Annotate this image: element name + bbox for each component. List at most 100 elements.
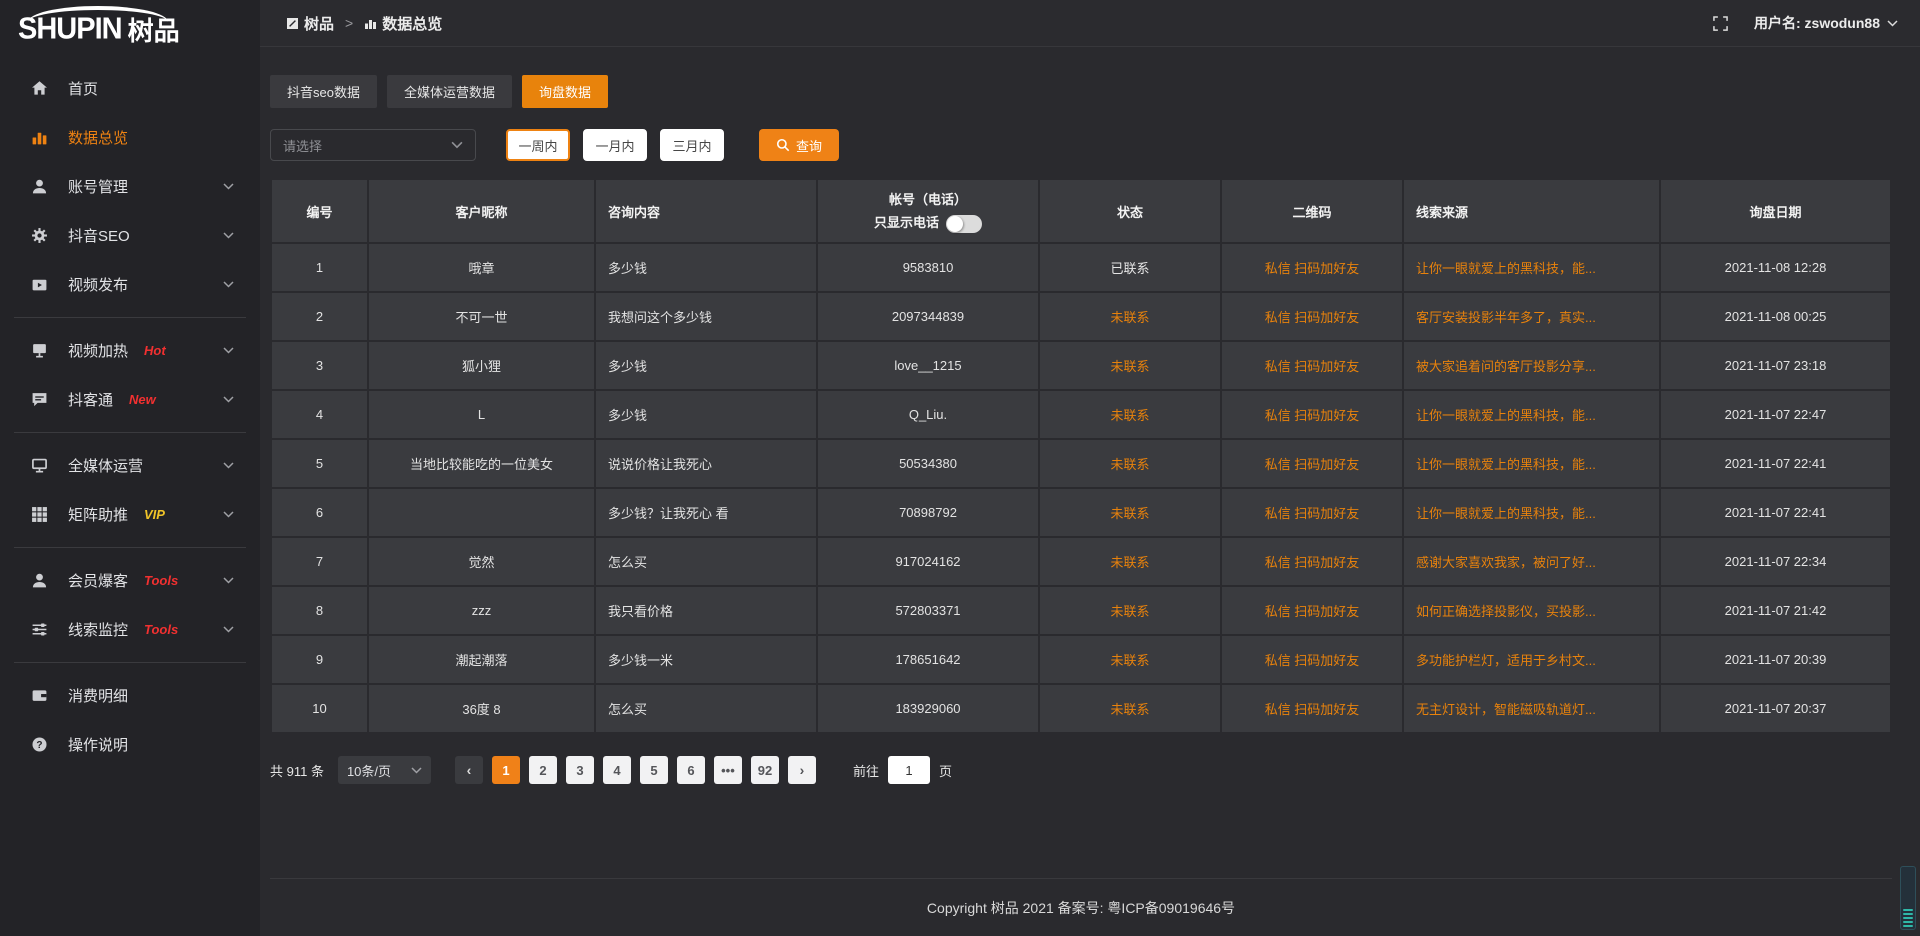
- table-row: 1 哦章 多少钱 9583810 已联系 私信 扫码加好友 让你一眼就爱上的黑科…: [272, 244, 1890, 291]
- sidebar-menu: 首页 数据总览 账号管理 抖音SEO 视频发布: [0, 58, 260, 769]
- sidebar-item-label: 抖客通: [68, 389, 113, 410]
- page-size-select[interactable]: 10条/页: [338, 756, 431, 784]
- cell-content: 多少钱: [596, 342, 816, 389]
- username-value[interactable]: zswodun88: [1805, 15, 1880, 31]
- sidebar-item-data-overview[interactable]: 数据总览: [0, 113, 260, 162]
- cell-source-link[interactable]: 让你一眼就爱上的黑科技，能...: [1404, 489, 1659, 536]
- cell-id: 4: [272, 391, 367, 438]
- sidebar-item-home[interactable]: 首页: [0, 64, 260, 113]
- chevron-down-icon: [411, 767, 422, 774]
- cell-nickname: 不可一世: [369, 293, 594, 340]
- cell-nickname: 36度 8: [369, 685, 594, 732]
- page-button[interactable]: •••: [714, 756, 742, 784]
- cell-date: 2021-11-07 20:37: [1661, 685, 1890, 732]
- cell-status: 未联系: [1040, 685, 1220, 732]
- page-button[interactable]: 92: [751, 756, 779, 784]
- page-button[interactable]: 4: [603, 756, 631, 784]
- chevron-down-icon: [223, 183, 234, 190]
- cell-id: 3: [272, 342, 367, 389]
- next-page-button[interactable]: ›: [788, 756, 816, 784]
- chevron-down-icon: [223, 626, 234, 633]
- cell-qrcode-links[interactable]: 私信 扫码加好友: [1222, 685, 1402, 732]
- table-body: 1 哦章 多少钱 9583810 已联系 私信 扫码加好友 让你一眼就爱上的黑科…: [272, 244, 1890, 732]
- sidebar-item-spend-detail[interactable]: 消费明细: [0, 671, 260, 720]
- page-button[interactable]: 6: [677, 756, 705, 784]
- sidebar-item-account-mgmt[interactable]: 账号管理: [0, 162, 260, 211]
- table-row: 8 zzz 我只看价格 572803371 未联系 私信 扫码加好友 如何正确选…: [272, 587, 1890, 634]
- chevron-down-icon: [223, 462, 234, 469]
- search-button[interactable]: 查询: [759, 129, 839, 161]
- chevron-down-icon: [223, 396, 234, 403]
- logo-brand-en: SHUPIN: [18, 12, 122, 47]
- period-button[interactable]: 一周内: [506, 129, 570, 161]
- col-status: 状态: [1040, 180, 1220, 242]
- chevron-down-icon[interactable]: [1887, 20, 1898, 27]
- cell-source-link[interactable]: 如何正确选择投影仪，买投影...: [1404, 587, 1659, 634]
- prev-page-button[interactable]: ‹: [455, 756, 483, 784]
- cell-source-link[interactable]: 让你一眼就爱上的黑科技，能...: [1404, 440, 1659, 487]
- content: 抖音seo数据 全媒体运营数据 询盘数据 请选择 一周内 一月内 三月内: [260, 47, 1920, 936]
- page-jump-input[interactable]: [888, 756, 930, 784]
- cell-source-link[interactable]: 感谢大家喜欢我家，被问了好...: [1404, 538, 1659, 585]
- toggle-knob: [947, 216, 963, 232]
- svg-text:?: ?: [36, 740, 42, 751]
- cell-content: 我只看价格: [596, 587, 816, 634]
- tab-douyin-seo-data[interactable]: 抖音seo数据: [270, 75, 377, 108]
- filter-select[interactable]: 请选择: [270, 129, 476, 161]
- sidebar-item-matrix-boost[interactable]: 矩阵助推 VIP: [0, 490, 260, 539]
- period-button[interactable]: 一月内: [583, 129, 647, 161]
- sidebar-item-video-publish[interactable]: 视频发布: [0, 260, 260, 309]
- page-button[interactable]: 3: [566, 756, 594, 784]
- page-button[interactable]: 1: [492, 756, 520, 784]
- period-button[interactable]: 三月内: [660, 129, 724, 161]
- cell-content: 多少钱？让我死心 看: [596, 489, 816, 536]
- tab-inquiry-data[interactable]: 询盘数据: [522, 75, 608, 108]
- fullscreen-icon[interactable]: [1713, 16, 1728, 31]
- cell-qrcode-links[interactable]: 私信 扫码加好友: [1222, 293, 1402, 340]
- pagination: 共 911 条 10条/页 ‹ 1 2 3 4: [270, 756, 1892, 784]
- cell-id: 6: [272, 489, 367, 536]
- cell-qrcode-links[interactable]: 私信 扫码加好友: [1222, 489, 1402, 536]
- new-badge: New: [129, 392, 156, 407]
- cell-source-link[interactable]: 客厅安装投影半年多了，真实...: [1404, 293, 1659, 340]
- cell-status: 未联系: [1040, 587, 1220, 634]
- cell-qrcode-links[interactable]: 私信 扫码加好友: [1222, 440, 1402, 487]
- cell-qrcode-links[interactable]: 私信 扫码加好友: [1222, 587, 1402, 634]
- sidebar-divider: [14, 662, 246, 663]
- sidebar-item-douyin-seo[interactable]: 抖音SEO: [0, 211, 260, 260]
- sidebar-item-label: 会员爆客: [68, 570, 128, 591]
- sidebar-item-label: 全媒体运营: [68, 455, 143, 476]
- cell-source-link[interactable]: 被大家追着问的客厅投影分享...: [1404, 342, 1659, 389]
- table-row: 2 不可一世 我想问这个多少钱 2097344839 未联系 私信 扫码加好友 …: [272, 293, 1890, 340]
- page-button[interactable]: 2: [529, 756, 557, 784]
- edit-square-icon: [286, 17, 299, 30]
- cell-qrcode-links[interactable]: 私信 扫码加好友: [1222, 636, 1402, 683]
- period-buttons: 一周内 一月内 三月内: [506, 129, 737, 161]
- user-icon: [30, 178, 48, 196]
- sidebar-item-help[interactable]: ? 操作说明: [0, 720, 260, 769]
- cell-qrcode-links[interactable]: 私信 扫码加好友: [1222, 342, 1402, 389]
- cell-source-link[interactable]: 无主灯设计，智能磁吸轨道灯...: [1404, 685, 1659, 732]
- cell-source-link[interactable]: 让你一眼就爱上的黑科技，能...: [1404, 391, 1659, 438]
- home-icon: [30, 80, 48, 98]
- jump-label-before: 前往: [853, 761, 879, 780]
- cell-qrcode-links[interactable]: 私信 扫码加好友: [1222, 244, 1402, 291]
- sidebar-item-member-burst[interactable]: 会员爆客 Tools: [0, 556, 260, 605]
- page-button[interactable]: 5: [640, 756, 668, 784]
- cell-source-link[interactable]: 让你一眼就爱上的黑科技，能...: [1404, 244, 1659, 291]
- page-buttons: 1 2 3 4 5 6 ••• 92: [492, 756, 788, 784]
- cell-qrcode-links[interactable]: 私信 扫码加好友: [1222, 391, 1402, 438]
- cell-date: 2021-11-08 00:25: [1661, 293, 1890, 340]
- sidebar-item-lead-monitor[interactable]: 线索监控 Tools: [0, 605, 260, 654]
- tab-omni-media-data[interactable]: 全媒体运营数据: [387, 75, 512, 108]
- breadcrumb-root[interactable]: 树品: [304, 13, 334, 34]
- floating-widget[interactable]: [1900, 866, 1916, 930]
- monitor-icon: [30, 457, 48, 475]
- sidebar-item-doukeTong[interactable]: 抖客通 New: [0, 375, 260, 424]
- question-icon: ?: [30, 736, 48, 754]
- sidebar-item-omni-media[interactable]: 全媒体运营: [0, 441, 260, 490]
- cell-source-link[interactable]: 多功能护栏灯，适用于乡村文...: [1404, 636, 1659, 683]
- cell-qrcode-links[interactable]: 私信 扫码加好友: [1222, 538, 1402, 585]
- sidebar-item-video-heat[interactable]: 视频加热 Hot: [0, 326, 260, 375]
- phone-only-toggle[interactable]: [946, 215, 982, 233]
